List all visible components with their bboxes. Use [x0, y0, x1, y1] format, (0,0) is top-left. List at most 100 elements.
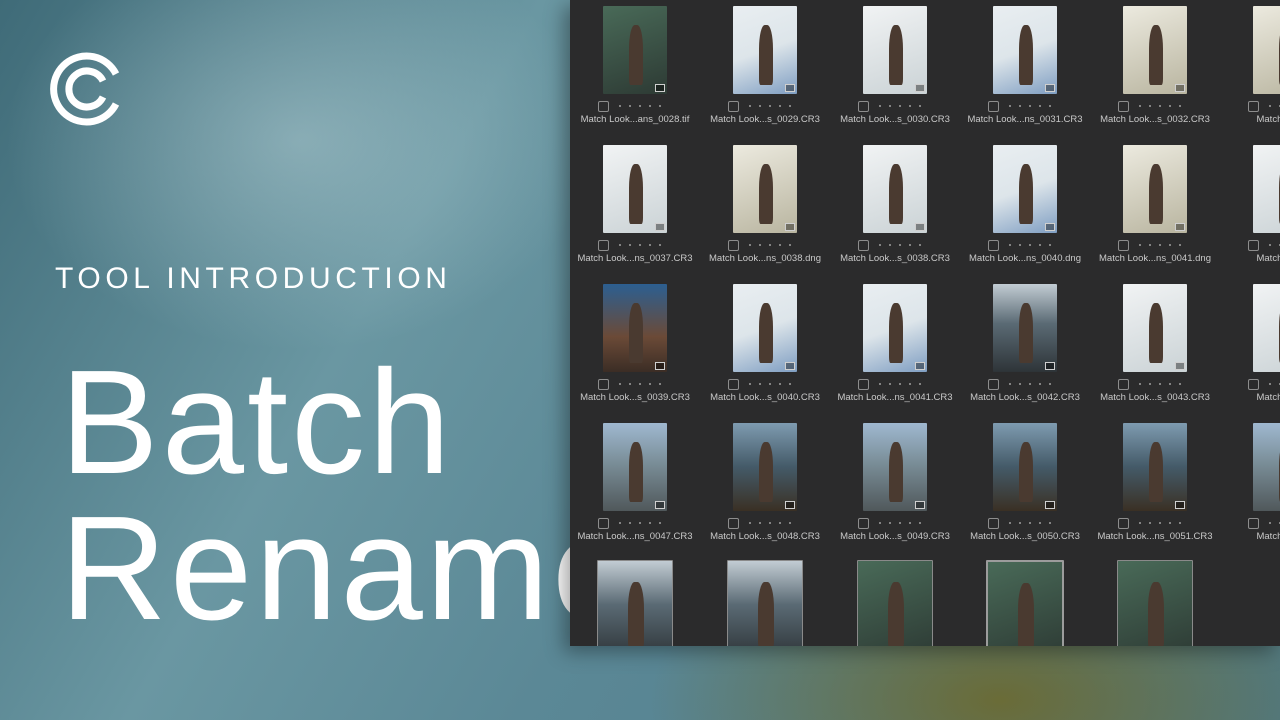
select-checkbox[interactable] — [598, 378, 609, 390]
file-thumbnail-cell[interactable]: Match Look...s_0029.CR3 — [700, 0, 830, 131]
photo-thumbnail[interactable] — [733, 423, 797, 511]
file-thumbnail-cell[interactable]: Match Look...s_0043.CR3 — [1090, 270, 1220, 409]
rating-star-dot-icon[interactable] — [909, 383, 911, 385]
rating-star-dot-icon[interactable] — [1009, 244, 1011, 246]
photo-thumbnail[interactable] — [1253, 423, 1280, 511]
rating-star-dot-icon[interactable] — [639, 244, 641, 246]
select-checkbox[interactable] — [858, 517, 869, 529]
photo-thumbnail[interactable] — [993, 284, 1057, 372]
select-checkbox[interactable] — [1118, 378, 1129, 390]
rating-star-dot-icon[interactable] — [1169, 244, 1171, 246]
rating-star-dot-icon[interactable] — [759, 244, 761, 246]
rating-star-dot-icon[interactable] — [1049, 522, 1051, 524]
rating-star-dot-icon[interactable] — [1169, 383, 1171, 385]
select-checkbox[interactable] — [988, 378, 999, 390]
rating-star-dot-icon[interactable] — [649, 244, 651, 246]
file-thumbnail-cell[interactable]: Match Look...ns_0051.CR3 — [1090, 409, 1220, 548]
rating-star-dot-icon[interactable] — [1029, 105, 1031, 107]
file-thumbnail-cell[interactable]: Match Look...s_0038.CR3 — [830, 131, 960, 270]
select-checkbox[interactable] — [598, 100, 609, 112]
select-checkbox[interactable] — [1248, 517, 1259, 529]
rating-star-dot-icon[interactable] — [749, 383, 751, 385]
file-thumbnail-cell[interactable]: Match Look...s_0040.CR3 — [700, 270, 830, 409]
photo-thumbnail[interactable] — [1253, 6, 1280, 94]
select-checkbox[interactable] — [598, 239, 609, 251]
rating-star-dot-icon[interactable] — [889, 105, 891, 107]
select-checkbox[interactable] — [988, 239, 999, 251]
rating-star-dot-icon[interactable] — [769, 522, 771, 524]
photo-thumbnail[interactable] — [733, 6, 797, 94]
file-thumbnail-cell[interactable]: Match Look...ns_0060.dng — [1090, 548, 1220, 646]
photo-thumbnail[interactable] — [727, 560, 803, 646]
rating-star-dot-icon[interactable] — [899, 522, 901, 524]
rating-star-dot-icon[interactable] — [789, 105, 791, 107]
rating-star-dot-icon[interactable] — [1179, 244, 1181, 246]
rating-star-dot-icon[interactable] — [1269, 522, 1271, 524]
rating-star-dot-icon[interactable] — [1039, 244, 1041, 246]
rating-star-dot-icon[interactable] — [619, 244, 621, 246]
file-thumbnail-cell[interactable]: Match Look...ns_0057.dng — [700, 548, 830, 646]
select-checkbox[interactable] — [598, 517, 609, 529]
rating-star-dot-icon[interactable] — [919, 105, 921, 107]
rating-star-dot-icon[interactable] — [1269, 383, 1271, 385]
rating-star-dot-icon[interactable] — [1149, 105, 1151, 107]
rating-star-dot-icon[interactable] — [1169, 105, 1171, 107]
rating-star-dot-icon[interactable] — [1049, 244, 1051, 246]
rating-star-dot-icon[interactable] — [1159, 105, 1161, 107]
file-thumbnail-cell[interactable]: Match Look...ns_0059.dng — [960, 548, 1090, 646]
select-checkbox[interactable] — [1118, 239, 1129, 251]
rating-star-dot-icon[interactable] — [1029, 383, 1031, 385]
photo-thumbnail[interactable] — [993, 6, 1057, 94]
rating-star-dot-icon[interactable] — [649, 105, 651, 107]
rating-star-dot-icon[interactable] — [639, 383, 641, 385]
photo-thumbnail[interactable] — [1123, 145, 1187, 233]
select-checkbox[interactable] — [728, 100, 739, 112]
rating-star-dot-icon[interactable] — [1159, 522, 1161, 524]
rating-star-dot-icon[interactable] — [789, 383, 791, 385]
rating-star-dot-icon[interactable] — [1039, 105, 1041, 107]
select-checkbox[interactable] — [988, 517, 999, 529]
rating-star-dot-icon[interactable] — [1159, 244, 1161, 246]
photo-thumbnail[interactable] — [857, 560, 933, 646]
photo-thumbnail[interactable] — [1253, 145, 1280, 233]
rating-star-dot-icon[interactable] — [779, 522, 781, 524]
select-checkbox[interactable] — [988, 100, 999, 112]
rating-star-dot-icon[interactable] — [1139, 522, 1141, 524]
photo-thumbnail[interactable] — [993, 423, 1057, 511]
rating-star-dot-icon[interactable] — [909, 105, 911, 107]
file-thumbnail-cell[interactable]: Match Look... — [1220, 270, 1280, 409]
rating-star-dot-icon[interactable] — [619, 383, 621, 385]
rating-star-dot-icon[interactable] — [629, 105, 631, 107]
file-thumbnail-cell[interactable]: Match Look...ns_0056.dng — [570, 548, 700, 646]
rating-star-dot-icon[interactable] — [1019, 522, 1021, 524]
rating-star-dot-icon[interactable] — [1039, 522, 1041, 524]
rating-star-dot-icon[interactable] — [889, 244, 891, 246]
rating-star-dot-icon[interactable] — [919, 383, 921, 385]
rating-star-dot-icon[interactable] — [1029, 244, 1031, 246]
rating-star-dot-icon[interactable] — [899, 383, 901, 385]
file-thumbnail-cell[interactable]: Match Look...ns_0040.dng — [960, 131, 1090, 270]
rating-star-dot-icon[interactable] — [1019, 105, 1021, 107]
select-checkbox[interactable] — [858, 378, 869, 390]
select-checkbox[interactable] — [728, 239, 739, 251]
photo-thumbnail[interactable] — [1123, 284, 1187, 372]
rating-star-dot-icon[interactable] — [1139, 244, 1141, 246]
rating-star-dot-icon[interactable] — [919, 522, 921, 524]
rating-star-dot-icon[interactable] — [659, 522, 661, 524]
rating-star-dot-icon[interactable] — [889, 383, 891, 385]
photo-thumbnail[interactable] — [1117, 560, 1193, 646]
rating-star-dot-icon[interactable] — [659, 383, 661, 385]
select-checkbox[interactable] — [1118, 517, 1129, 529]
rating-star-dot-icon[interactable] — [629, 244, 631, 246]
rating-star-dot-icon[interactable] — [649, 522, 651, 524]
rating-star-dot-icon[interactable] — [749, 105, 751, 107]
photo-thumbnail[interactable] — [1123, 423, 1187, 511]
rating-star-dot-icon[interactable] — [1179, 105, 1181, 107]
rating-star-dot-icon[interactable] — [779, 383, 781, 385]
rating-star-dot-icon[interactable] — [1149, 522, 1151, 524]
rating-star-dot-icon[interactable] — [659, 105, 661, 107]
photo-thumbnail[interactable] — [733, 145, 797, 233]
rating-star-dot-icon[interactable] — [1049, 383, 1051, 385]
rating-star-dot-icon[interactable] — [779, 244, 781, 246]
photo-thumbnail[interactable] — [986, 560, 1064, 646]
